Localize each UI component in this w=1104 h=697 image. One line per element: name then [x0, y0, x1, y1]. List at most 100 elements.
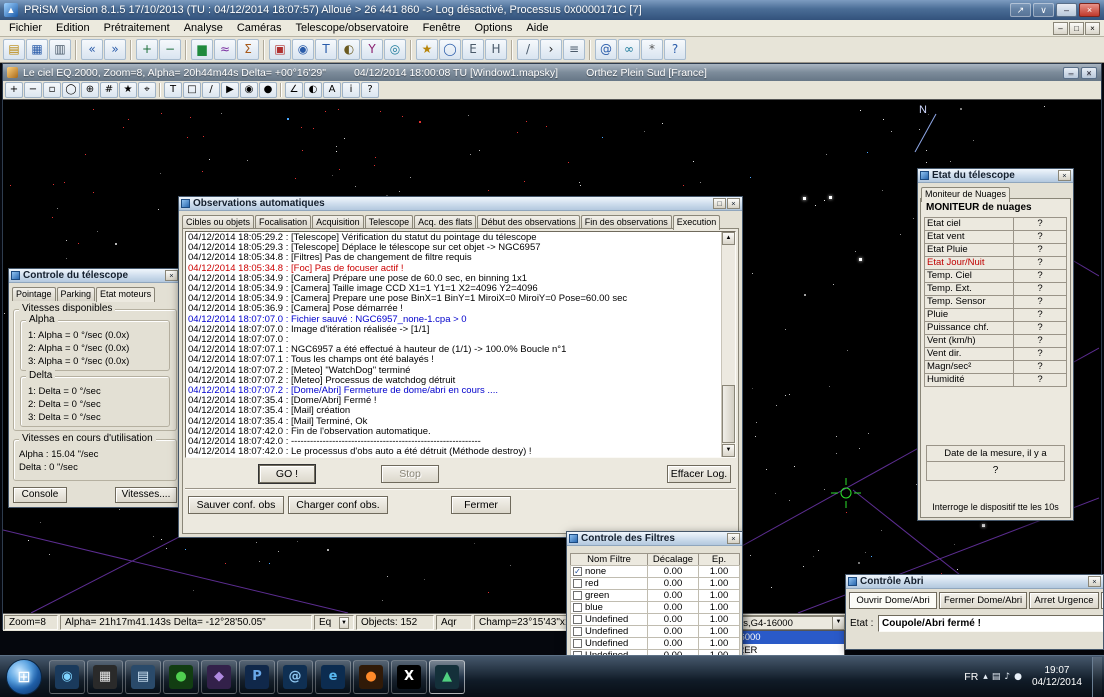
- etat-close-button[interactable]: ×: [1058, 170, 1071, 181]
- console-icon[interactable]: ›: [540, 39, 562, 60]
- angle-measure-icon[interactable]: ∠: [285, 82, 303, 98]
- full-sky-icon[interactable]: ◯: [62, 82, 80, 98]
- sky-chart-icon[interactable]: ★: [416, 39, 438, 60]
- status-segment-projection[interactable]: Eq▼: [314, 615, 354, 630]
- obs-tab-focalisation[interactable]: Focalisation: [255, 215, 311, 229]
- search-icon[interactable]: ?: [361, 82, 379, 98]
- telescope-goto-icon[interactable]: T: [164, 82, 182, 98]
- tray-volume-icon[interactable]: ♪: [1004, 672, 1010, 682]
- menu-item-analyse[interactable]: Analyse: [177, 21, 230, 35]
- center-target-icon[interactable]: ⌖: [138, 82, 156, 98]
- ephemeris-icon[interactable]: E: [462, 39, 484, 60]
- obs-tab-acq-des-flats[interactable]: Acq. des flats: [414, 215, 476, 229]
- telescope-tab-parking[interactable]: Parking: [57, 287, 96, 301]
- taskbar-item-viewer[interactable]: ◉: [49, 660, 85, 694]
- obs-restore-button[interactable]: □: [713, 198, 726, 209]
- language-indicator[interactable]: FR: [964, 671, 978, 683]
- constellations-icon[interactable]: ★: [119, 82, 137, 98]
- menu-item-pr-traitement[interactable]: Prétraitement: [97, 21, 177, 35]
- obs-tab-d-but-des-observations[interactable]: Début des observations: [477, 215, 580, 229]
- autoguiding-icon[interactable]: ◉: [292, 39, 314, 60]
- menu-item-edition[interactable]: Edition: [49, 21, 97, 35]
- obs-log[interactable]: ▲ ▼ 04/12/2014 18:05:29.2 : [Telescope] …: [185, 231, 736, 458]
- equatorial-grid-icon[interactable]: #: [100, 82, 118, 98]
- record-icon[interactable]: ●: [259, 82, 277, 98]
- menu-item-cam-ras[interactable]: Caméras: [230, 21, 289, 35]
- visibility-icon[interactable]: ◉: [240, 82, 258, 98]
- telescope-control-icon[interactable]: T: [315, 39, 337, 60]
- effacer-log-button[interactable]: Effacer Log.: [667, 465, 731, 483]
- sky-close-button[interactable]: ×: [1081, 67, 1097, 79]
- menu-item-aide[interactable]: Aide: [519, 21, 555, 35]
- stop-button[interactable]: Stop: [381, 465, 439, 483]
- open-image-icon[interactable]: ▤: [3, 39, 25, 60]
- taskbar-item-firefox[interactable]: ●: [353, 660, 389, 694]
- ouvrir-dome-abri-button[interactable]: Ouvrir Dome/Abri: [849, 592, 937, 609]
- vitesses-button[interactable]: Vitesses....: [115, 487, 177, 503]
- globe-icon[interactable]: ⊕: [81, 82, 99, 98]
- main-titlebar[interactable]: ▲ PRiSM Version 8.1.5 17/10/2013 (TU : 0…: [0, 0, 1104, 20]
- filter-checkbox[interactable]: [573, 579, 582, 588]
- sky-window-titlebar[interactable]: Le ciel EQ.2000, Zoom=8, Alpha= 20h44m44…: [3, 64, 1101, 81]
- filter-checkbox[interactable]: [573, 639, 582, 648]
- console-button[interactable]: Console: [13, 487, 67, 503]
- log-view-icon[interactable]: ≡: [563, 39, 585, 60]
- sauver-conf-obs-button[interactable]: Sauver conf. obs: [188, 496, 284, 514]
- camera-field-icon[interactable]: □: [183, 82, 201, 98]
- settings-icon[interactable]: *: [641, 39, 663, 60]
- tray-keyboard-icon[interactable]: ▤: [992, 672, 1001, 682]
- etat-window-titlebar[interactable]: Etat du télescope ×: [918, 169, 1073, 183]
- obs-close-button[interactable]: ×: [727, 198, 740, 209]
- zoom-out-icon[interactable]: −: [24, 82, 42, 98]
- zoom-in-icon[interactable]: +: [136, 39, 158, 60]
- taskbar-item-webcam[interactable]: ●: [163, 660, 199, 694]
- dropdown-arrow-icon[interactable]: ▼: [832, 617, 844, 629]
- dome-control-icon[interactable]: ◐: [338, 39, 360, 60]
- menu-item-fichier[interactable]: Fichier: [2, 21, 49, 35]
- save-image-icon[interactable]: ▦: [26, 39, 48, 60]
- taskbar-item-calculator[interactable]: ▦: [87, 660, 123, 694]
- taskbar-clock[interactable]: 19:07 04/12/2014: [1027, 665, 1087, 689]
- close-button[interactable]: ×: [1079, 3, 1100, 17]
- camera-model-combobox[interactable]: ents,G4-16000 ▼: [727, 616, 845, 630]
- zoom-out-icon[interactable]: −: [159, 39, 181, 60]
- network-icon[interactable]: ∞: [618, 39, 640, 60]
- planetarium-icon[interactable]: ◯: [439, 39, 461, 60]
- show-desktop-button[interactable]: [1092, 657, 1102, 697]
- tray-network-icon[interactable]: ●: [1014, 672, 1022, 682]
- etat-tab-moniteur-de-nuages[interactable]: Moniteur de Nuages: [921, 187, 1010, 202]
- help-icon[interactable]: ?: [664, 39, 686, 60]
- menu-item-fen-tre[interactable]: Fenêtre: [416, 21, 468, 35]
- taskbar-item-internet-explorer[interactable]: e: [315, 660, 351, 694]
- filtres-window-titlebar[interactable]: Controle des Filtres ×: [567, 532, 742, 546]
- telescope-window-titlebar[interactable]: Controle du télescope ×: [9, 269, 180, 283]
- filter-checkbox[interactable]: [573, 603, 582, 612]
- telescope-tab-pointage[interactable]: Pointage: [12, 287, 56, 301]
- undo-icon[interactable]: «: [81, 39, 103, 60]
- dropdown-arrow-icon[interactable]: ▼: [339, 617, 349, 629]
- scroll-up-icon[interactable]: ▲: [722, 232, 735, 245]
- abri-close-button[interactable]: ×: [1088, 576, 1101, 587]
- print-icon[interactable]: ▥: [49, 39, 71, 60]
- filter-checkbox[interactable]: [573, 615, 582, 624]
- fermer-button[interactable]: Fermer: [451, 496, 511, 514]
- telescope-close-button[interactable]: ×: [165, 270, 178, 281]
- menu-item-options[interactable]: Options: [468, 21, 520, 35]
- clock-sync-icon[interactable]: H: [485, 39, 507, 60]
- filter-checkbox[interactable]: [573, 591, 582, 600]
- filter-checkbox[interactable]: ✓: [573, 567, 582, 576]
- scrollbar-thumb[interactable]: [722, 385, 735, 443]
- histogram-icon[interactable]: ▆: [191, 39, 213, 60]
- tray-expand-icon[interactable]: ▴: [983, 672, 988, 682]
- fermer-dome-abri-button[interactable]: Fermer Dome/Abri: [939, 592, 1027, 609]
- obs-tab-cibles-ou-objets[interactable]: Cibles ou objets: [182, 215, 254, 229]
- obs-tab-telescope[interactable]: Telescope: [365, 215, 414, 229]
- statistics-icon[interactable]: Σ: [237, 39, 259, 60]
- dropdown-item-selected[interactable]: -16000: [728, 631, 844, 644]
- curves-icon[interactable]: ≈: [214, 39, 236, 60]
- menu-item-telescope-observatoire[interactable]: Telescope/observatoire: [288, 21, 415, 35]
- taskbar-item-image-tool[interactable]: ◆: [201, 660, 237, 694]
- mdi-minimize-button[interactable]: –: [1053, 22, 1068, 35]
- taskbar-item-prism-p[interactable]: P: [239, 660, 275, 694]
- draw-icon[interactable]: /: [202, 82, 220, 98]
